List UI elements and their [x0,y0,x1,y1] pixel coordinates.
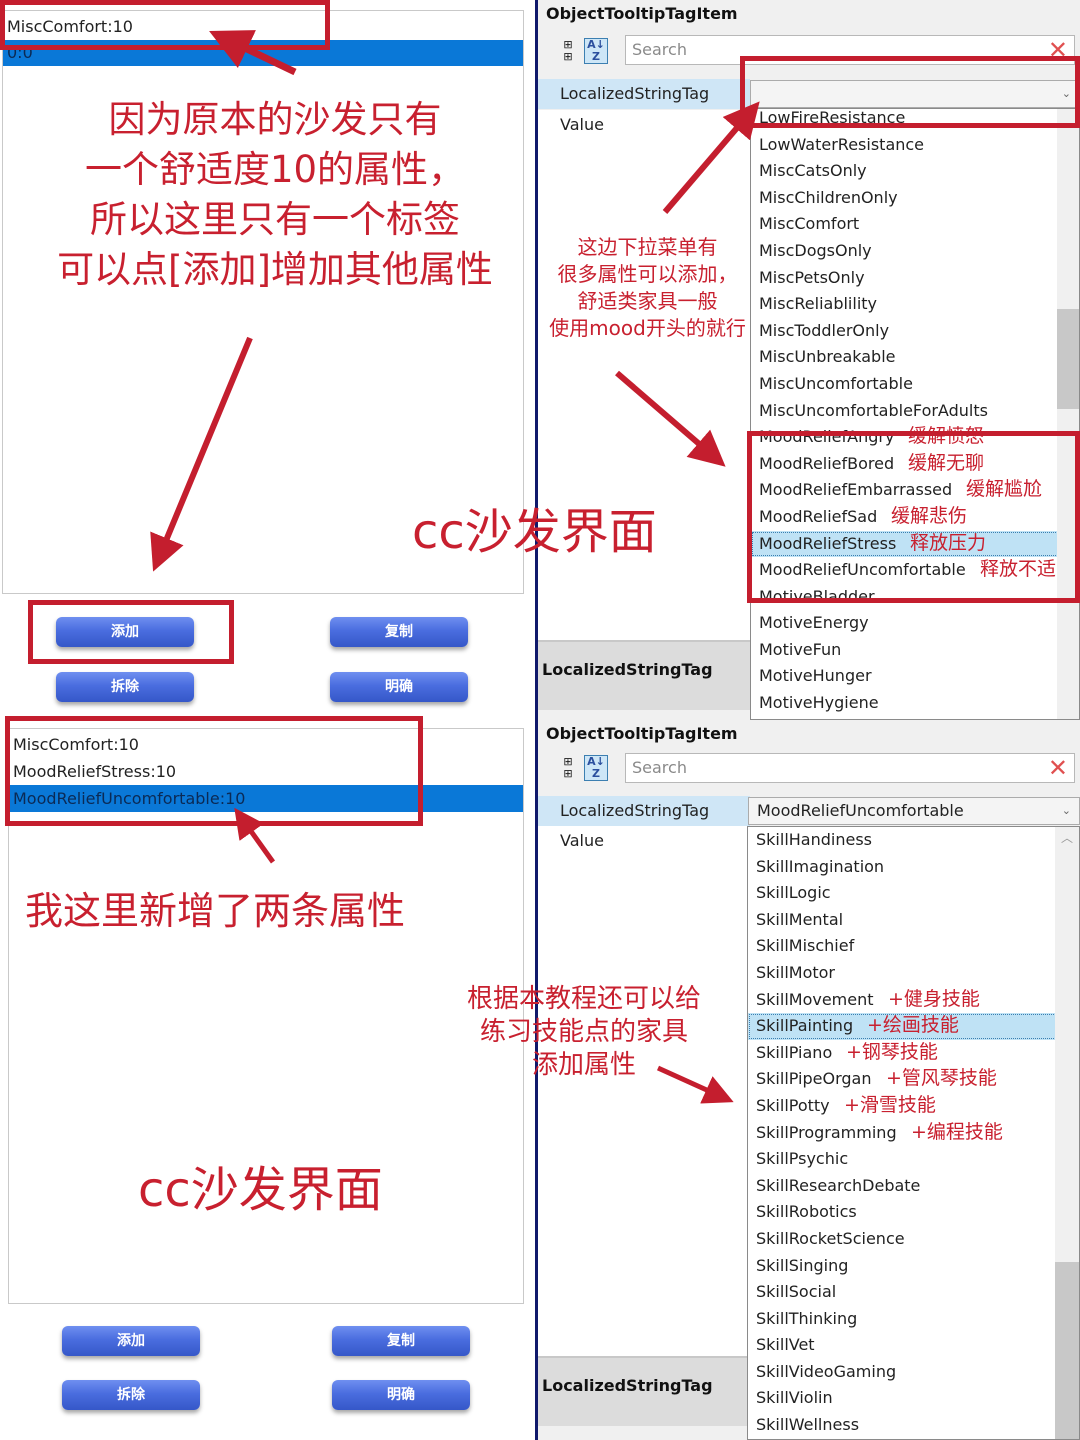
annotation-line: 这边下拉菜单有 [577,235,718,259]
annotation-line: 很多属性可以添加， [557,262,738,286]
highlight-mood-items [747,431,1080,603]
highlight-new-attributes [5,716,423,826]
annotation-skills-hint: 根据本教程还可以给 练习技能点的家具 添加属性 [455,983,713,1082]
annotation-line: 一个舒适度10的属性， [84,148,466,191]
arrow-to-add-button [150,336,253,572]
annotation-line: 可以点[添加]增加其他属性 [57,248,493,291]
annotation-added-note: 我这里新增了两条属性 [25,889,406,933]
annotation-dropdown-hint: 这边下拉菜单有 很多属性可以添加， 舒适类家具一般 使用mood开头的就行 [540,234,755,342]
annotation-line: 使用mood开头的就行 [549,316,746,340]
cc-sofa-label-bottom: cc沙发界面 [138,1162,383,1218]
annotation-line: 练习技能点的家具 [479,1017,688,1047]
annotation-line: 舒适类家具一般 [577,289,718,313]
arrow-to-new-items [234,807,276,864]
arrow-to-combo [662,101,760,214]
annotation-line: 添加属性 [531,1050,636,1080]
highlight-combo [740,56,1080,128]
highlight-add-button [28,600,234,664]
cc-sofa-label-top: cc沙发界面 [412,504,657,560]
highlight-misccomfort [0,0,330,50]
arrow-to-mood-items [615,370,726,467]
annotation-line: 因为原本的沙发只有 [108,98,442,141]
annotation-line: 根据本教程还可以给 [466,984,701,1014]
annotation-top-left: 因为原本的沙发只有 一个舒适度10的属性， 所以这里只有一个标签 可以点[添加]… [20,95,530,295]
annotation-line: 所以这里只有一个标签 [90,198,460,241]
